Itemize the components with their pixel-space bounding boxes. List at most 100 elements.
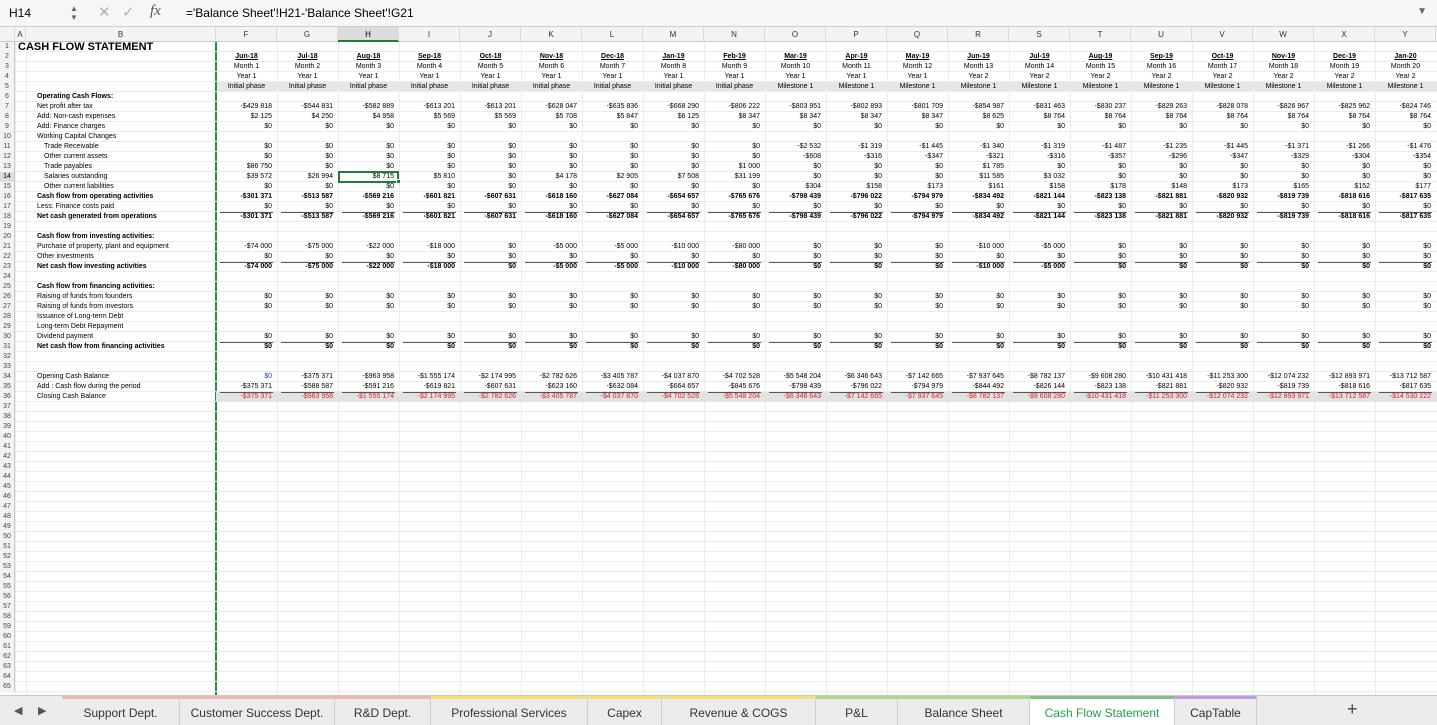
value-cell[interactable]: $0 <box>338 142 394 152</box>
value-cell[interactable]: $0 <box>1070 242 1126 252</box>
row-header-49[interactable]: 49 <box>0 522 15 532</box>
column-header-s[interactable]: S <box>1009 27 1070 42</box>
value-cell[interactable]: -$1 445 <box>887 142 943 152</box>
value-cell[interactable]: $0 <box>1070 122 1126 132</box>
value-cell[interactable]: $0 <box>1009 202 1065 212</box>
value-cell[interactable]: -$347 <box>887 152 943 162</box>
value-cell[interactable]: $0 <box>277 122 333 132</box>
value-cell[interactable]: $0 <box>1375 122 1431 132</box>
value-cell[interactable]: $0 <box>1131 252 1187 262</box>
value-cell[interactable]: -$817 635 <box>1375 192 1431 202</box>
select-all-corner[interactable] <box>0 27 15 42</box>
value-cell[interactable]: $0 <box>216 182 272 192</box>
period-header-month-numbers[interactable]: Month 11 <box>826 62 887 72</box>
value-cell[interactable]: -$588 587 <box>277 382 333 392</box>
row-label[interactable]: Net cash flow from financing activities <box>37 342 165 352</box>
value-cell[interactable]: $0 <box>826 302 882 312</box>
value-cell[interactable]: $165 <box>1253 182 1309 192</box>
value-cell[interactable]: $0 <box>582 122 638 132</box>
value-cell[interactable]: -$429 818 <box>216 102 272 112</box>
value-cell[interactable]: $0 <box>1070 292 1126 302</box>
value-cell[interactable]: $0 <box>887 302 943 312</box>
value-cell[interactable]: -$823 138 <box>1070 192 1126 202</box>
period-header-years[interactable]: Year 1 <box>826 72 887 82</box>
row-header-56[interactable]: 56 <box>0 592 15 602</box>
value-cell[interactable]: -$802 893 <box>826 102 882 112</box>
value-cell[interactable]: $0 <box>887 172 943 182</box>
row-label[interactable]: Long-term Debt Repayment <box>37 322 123 332</box>
value-cell[interactable]: -$1 319 <box>1009 142 1065 152</box>
sheet-tab-balance-sheet[interactable]: Balance Sheet <box>898 696 1030 725</box>
column-header-m[interactable]: M <box>643 27 704 42</box>
value-cell[interactable]: $0 <box>1009 302 1065 312</box>
value-cell[interactable]: -$825 962 <box>1314 102 1370 112</box>
name-box-stepper-icon[interactable]: ▲ ▼ <box>70 4 78 22</box>
value-cell[interactable]: $0 <box>521 302 577 312</box>
value-cell[interactable]: $0 <box>765 122 821 132</box>
period-header-month-numbers[interactable]: Month 4 <box>399 62 460 72</box>
value-cell[interactable]: $86 750 <box>216 162 272 172</box>
column-header-f[interactable]: F <box>216 27 277 42</box>
period-header-phases[interactable]: Initial phase <box>338 82 399 92</box>
period-header-month-numbers[interactable]: Month 6 <box>521 62 582 72</box>
expand-formula-bar-icon[interactable]: ▼ <box>1417 6 1427 17</box>
value-cell[interactable]: $0 <box>338 332 394 342</box>
value-cell[interactable]: -$2 782 626 <box>521 372 577 382</box>
value-cell[interactable]: $0 <box>765 172 821 182</box>
row-header-14[interactable]: 14 <box>0 172 15 182</box>
value-cell[interactable]: -$74 000 <box>216 242 272 252</box>
value-cell[interactable]: $0 <box>1314 162 1370 172</box>
value-cell[interactable]: $0 <box>1192 302 1248 312</box>
value-cell[interactable]: -$13 712 587 <box>1375 372 1431 382</box>
column-header-l[interactable]: L <box>582 27 643 42</box>
value-cell[interactable]: $0 <box>765 242 821 252</box>
value-cell[interactable]: $0 <box>460 152 516 162</box>
value-cell[interactable]: $0 <box>1192 172 1248 182</box>
value-cell[interactable]: $173 <box>887 182 943 192</box>
row-header-7[interactable]: 7 <box>0 102 15 112</box>
value-cell[interactable]: -$830 237 <box>1070 102 1126 112</box>
value-cell[interactable]: $0 <box>765 252 821 262</box>
value-cell[interactable]: -$10 000 <box>643 242 699 252</box>
value-cell[interactable]: $0 <box>1253 292 1309 302</box>
value-cell[interactable]: $0 <box>704 202 760 212</box>
value-cell[interactable]: $0 <box>216 332 272 342</box>
value-cell[interactable]: $31 199 <box>704 172 760 182</box>
value-cell[interactable]: $304 <box>765 182 821 192</box>
value-cell[interactable]: -$2 174 995 <box>460 372 516 382</box>
function-icon[interactable]: fx <box>150 3 161 20</box>
period-header-month-numbers[interactable]: Month 19 <box>1314 62 1375 72</box>
period-header-phases[interactable]: Initial phase <box>643 82 704 92</box>
row-header-8[interactable]: 8 <box>0 112 15 122</box>
period-header-months[interactable]: May-19 <box>887 52 948 62</box>
value-cell[interactable]: $0 <box>1375 162 1431 172</box>
value-cell[interactable]: -$834 492 <box>948 192 1004 202</box>
value-cell[interactable]: $0 <box>399 292 455 302</box>
value-cell[interactable]: -$582 889 <box>338 102 394 112</box>
value-cell[interactable]: -$4 037 870 <box>643 372 699 382</box>
row-label[interactable]: Raising of funds from investors <box>37 302 133 312</box>
row-header-53[interactable]: 53 <box>0 562 15 572</box>
row-header-15[interactable]: 15 <box>0 182 15 192</box>
column-header-y[interactable]: Y <box>1375 27 1436 42</box>
value-cell[interactable]: -$569 216 <box>338 192 394 202</box>
confirm-icon[interactable]: ✓ <box>122 3 135 21</box>
value-cell[interactable]: $0 <box>521 252 577 262</box>
value-cell[interactable]: $0 <box>521 162 577 172</box>
value-cell[interactable]: -$354 <box>1375 152 1431 162</box>
value-cell[interactable]: -$765 676 <box>704 192 760 202</box>
row-header-12[interactable]: 12 <box>0 152 15 162</box>
value-cell[interactable]: -$591 216 <box>338 382 394 392</box>
row-label[interactable]: Working Capital Changes <box>37 132 116 142</box>
row-label[interactable]: Trade Receivable <box>44 142 99 152</box>
value-cell[interactable]: $0 <box>826 252 882 262</box>
row-header-2[interactable]: 2 <box>0 52 15 62</box>
value-cell[interactable]: $0 <box>1253 172 1309 182</box>
value-cell[interactable]: -$1 235 <box>1131 142 1187 152</box>
value-cell[interactable]: -$304 <box>1314 152 1370 162</box>
value-cell[interactable]: $0 <box>1314 302 1370 312</box>
value-cell[interactable]: $8 625 <box>948 112 1004 122</box>
period-header-phases[interactable]: Milestone 1 <box>1009 82 1070 92</box>
value-cell[interactable]: $0 <box>887 292 943 302</box>
row-header-63[interactable]: 63 <box>0 662 15 672</box>
